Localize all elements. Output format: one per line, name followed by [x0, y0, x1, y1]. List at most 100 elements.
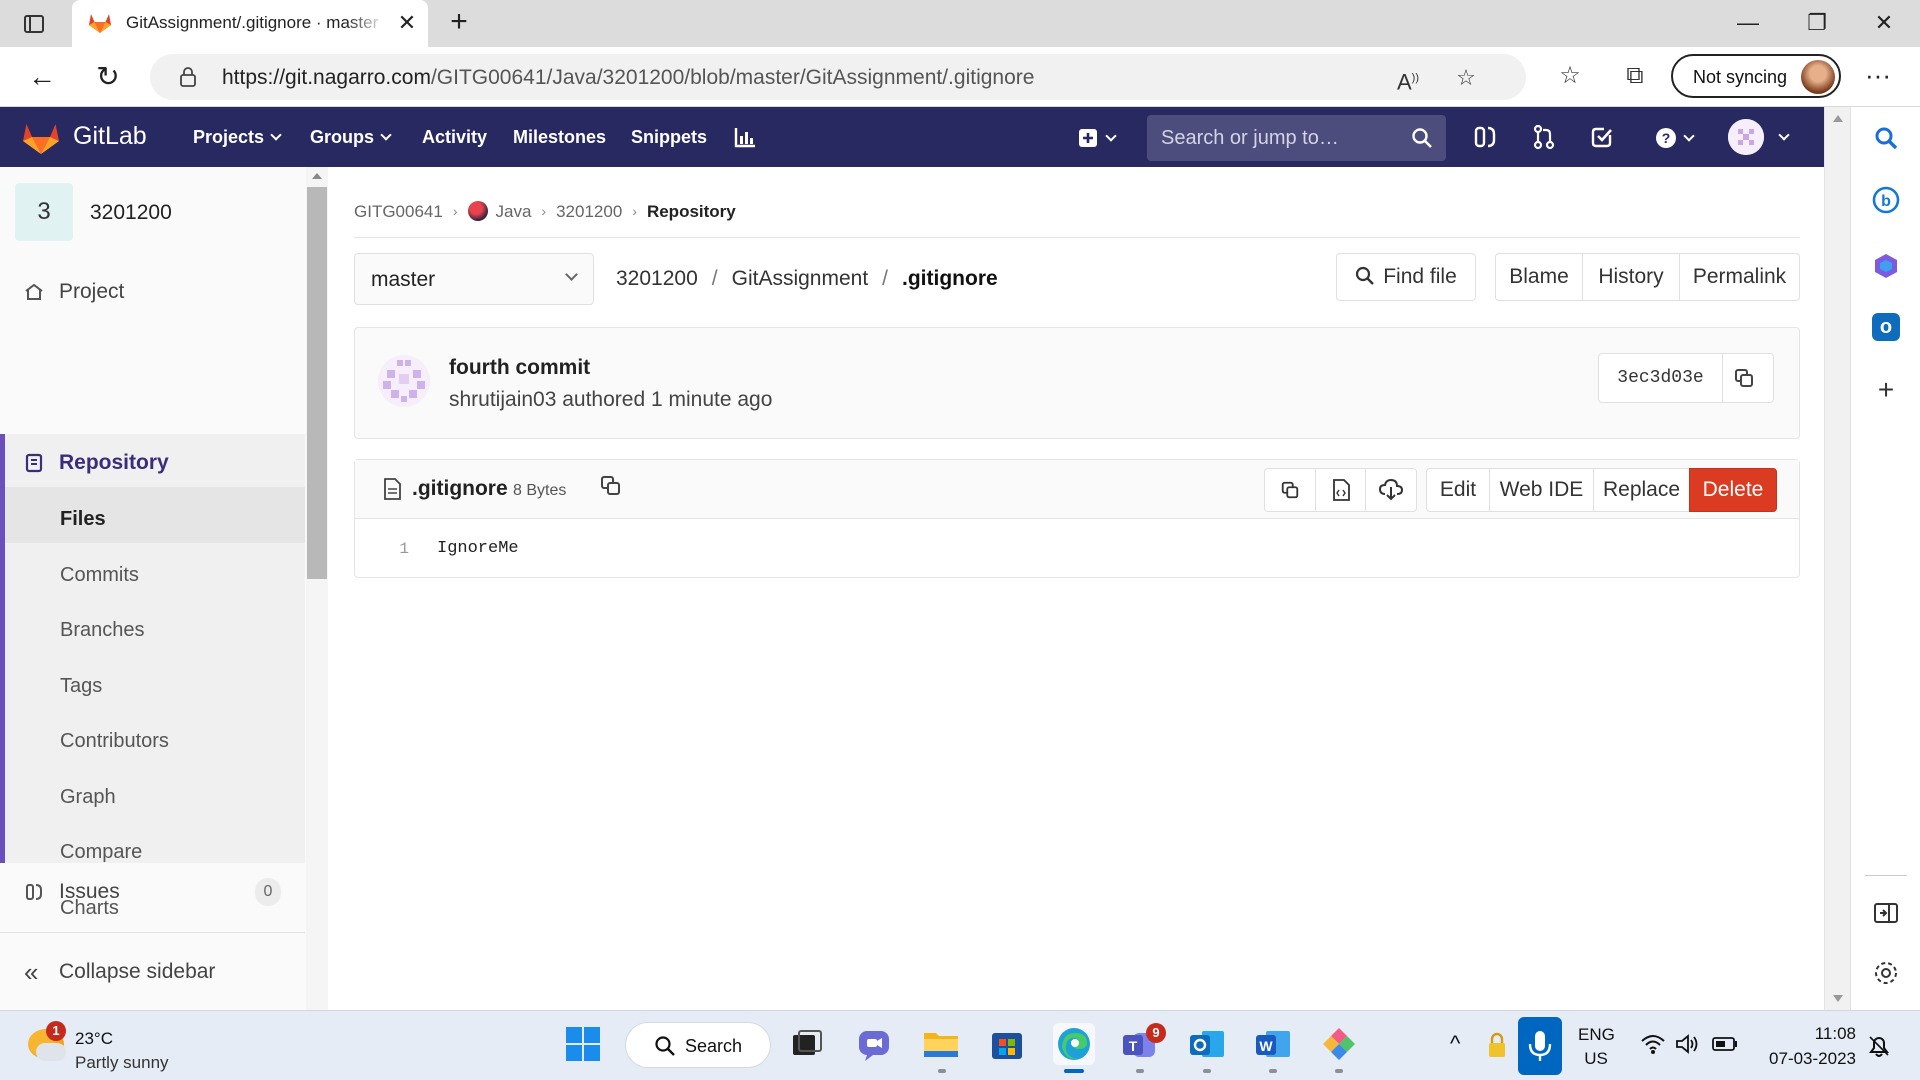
wifi-icon[interactable] — [1640, 1033, 1666, 1055]
collapse-sidebar-button[interactable]: « Collapse sidebar — [0, 932, 305, 1010]
author-avatar[interactable] — [377, 354, 431, 408]
permalink-button[interactable]: Permalink — [1679, 253, 1800, 301]
outlook-taskbar-icon[interactable] — [1186, 1023, 1228, 1065]
office-icon[interactable] — [1872, 252, 1900, 280]
path-segment-project[interactable]: 3201200 — [616, 267, 698, 290]
battery-icon[interactable] — [1712, 1035, 1738, 1053]
sidebar-sub-contributors[interactable]: Contributors — [60, 730, 169, 753]
add-favorite-icon[interactable]: ☆ — [1452, 64, 1480, 92]
gitlab-brand[interactable]: GitLab — [73, 122, 147, 151]
back-icon[interactable]: ← — [24, 59, 60, 95]
search-icon[interactable] — [1872, 124, 1900, 152]
read-aloud-icon[interactable]: A)) — [1394, 64, 1422, 94]
commit-author[interactable]: shrutijain03 — [449, 388, 556, 411]
notifications-icon[interactable] — [1866, 1033, 1892, 1059]
outlook-icon[interactable]: o — [1872, 313, 1900, 341]
sidebar-scrollbar[interactable] — [306, 167, 328, 1010]
find-file-button[interactable]: Find file — [1336, 253, 1476, 301]
favorites-icon[interactable]: ☆ — [1555, 61, 1585, 91]
issues-icon[interactable] — [1471, 123, 1499, 151]
user-avatar[interactable] — [1728, 119, 1764, 155]
restore-icon[interactable]: ❐ — [1797, 8, 1837, 38]
hide-sidebar-icon[interactable] — [1872, 899, 1900, 927]
paint-app-icon[interactable] — [1318, 1023, 1360, 1065]
search-icon[interactable] — [1411, 127, 1433, 149]
blame-button[interactable]: Blame — [1495, 253, 1583, 301]
nav-snippets[interactable]: Snippets — [631, 127, 707, 148]
delete-button[interactable]: Delete — [1689, 468, 1777, 512]
refresh-icon[interactable]: ↻ — [90, 59, 126, 95]
microsoft-store-icon[interactable] — [986, 1023, 1028, 1065]
page-scrollbar[interactable] — [1824, 107, 1850, 1010]
show-hidden-icons-chevron[interactable]: ^ — [1450, 1031, 1460, 1057]
minimize-icon[interactable]: — — [1728, 8, 1768, 38]
help-dropdown[interactable]: ? — [1648, 123, 1700, 151]
search-input[interactable] — [1147, 115, 1407, 161]
copy-file-path-icon[interactable] — [599, 474, 623, 498]
breadcrumb-current[interactable]: Repository — [647, 202, 736, 221]
more-menu-icon[interactable]: ··· — [1862, 59, 1894, 91]
sidebar-item-issues[interactable]: Issues 0 — [0, 864, 305, 920]
replace-button[interactable]: Replace — [1593, 468, 1690, 512]
close-tab-icon[interactable]: ✕ — [394, 10, 420, 36]
add-app-icon[interactable]: + — [1872, 376, 1900, 404]
lock-tray-icon[interactable] — [1486, 1031, 1508, 1059]
profile-sync-button[interactable]: Not syncing — [1671, 54, 1841, 98]
copy-icon[interactable] — [1733, 367, 1755, 389]
bing-chat-icon[interactable]: b — [1872, 186, 1900, 214]
sidebar-sub-branches[interactable]: Branches — [60, 619, 145, 642]
teams-chat-icon[interactable] — [853, 1023, 895, 1065]
taskbar-search[interactable]: Search — [625, 1022, 771, 1068]
analytics-chart-icon[interactable] — [731, 123, 759, 151]
nav-projects[interactable]: Projects — [193, 127, 282, 148]
sidebar-item-project[interactable]: Project — [0, 264, 305, 320]
commit-title[interactable]: fourth commit — [449, 356, 590, 380]
breadcrumb-project[interactable]: 3201200 — [556, 202, 622, 221]
new-tab-icon[interactable]: + — [444, 7, 474, 38]
clock-date[interactable]: 07-03-2023 — [1750, 1049, 1856, 1069]
sidebar-sub-files[interactable]: Files — [60, 508, 106, 531]
clock-time[interactable]: 11:08 — [1760, 1024, 1856, 1044]
breadcrumb-subgroup[interactable]: Java — [496, 202, 532, 221]
todos-icon[interactable] — [1588, 123, 1616, 151]
collections-icon[interactable]: ⧉ — [1620, 61, 1650, 91]
word-icon[interactable]: W — [1252, 1023, 1294, 1065]
merge-requests-icon[interactable] — [1530, 123, 1558, 151]
task-view-icon[interactable] — [785, 1023, 827, 1065]
nav-groups[interactable]: Groups — [310, 127, 392, 148]
breadcrumb-group[interactable]: GITG00641 — [354, 202, 443, 221]
new-item-dropdown[interactable] — [1070, 123, 1122, 151]
sidebar-sub-compare[interactable]: Compare — [60, 841, 142, 864]
commit-sha[interactable]: 3ec3d03e — [1599, 354, 1723, 402]
file-explorer-icon[interactable] — [920, 1023, 962, 1065]
gitlab-logo-icon[interactable] — [22, 121, 60, 155]
lang-code[interactable]: ENG — [1578, 1025, 1615, 1045]
sidebar-sub-tags[interactable]: Tags — [60, 675, 102, 698]
path-segment-folder[interactable]: GitAssignment — [732, 267, 869, 290]
open-raw-button[interactable] — [1315, 468, 1366, 512]
history-button[interactable]: History — [1582, 253, 1680, 301]
lang-region[interactable]: US — [1578, 1049, 1614, 1069]
copy-source-button[interactable] — [1264, 468, 1316, 512]
window-close-icon[interactable]: ✕ — [1864, 8, 1904, 38]
sidebar-item-repository[interactable]: Repository — [0, 435, 305, 491]
download-button[interactable] — [1365, 468, 1417, 512]
user-menu-caret-icon[interactable] — [1778, 129, 1790, 141]
volume-icon[interactable] — [1675, 1033, 1699, 1055]
branch-selector[interactable]: master — [354, 253, 594, 305]
nav-activity[interactable]: Activity — [422, 127, 487, 148]
tab-actions-icon[interactable] — [18, 10, 48, 38]
sidebar-sub-graph[interactable]: Graph — [60, 786, 116, 809]
url-field[interactable]: https://git.nagarro.com/GITG00641/Java/3… — [150, 54, 1526, 100]
sidebar-sub-commits[interactable]: Commits — [60, 564, 139, 587]
search-box[interactable] — [1147, 115, 1446, 161]
web-ide-button[interactable]: Web IDE — [1489, 468, 1594, 512]
windows-start-icon[interactable] — [562, 1023, 604, 1065]
voice-typing-button[interactable] — [1518, 1017, 1562, 1075]
line-number[interactable]: 1 — [355, 520, 409, 578]
browser-tab-active[interactable]: GitAssignment/.gitignore · master · 3201… — [72, 0, 428, 47]
edit-button[interactable]: Edit — [1426, 468, 1490, 512]
settings-gear-icon[interactable] — [1872, 959, 1900, 987]
nav-milestones[interactable]: Milestones — [513, 127, 606, 148]
edge-browser-icon[interactable] — [1053, 1023, 1095, 1065]
